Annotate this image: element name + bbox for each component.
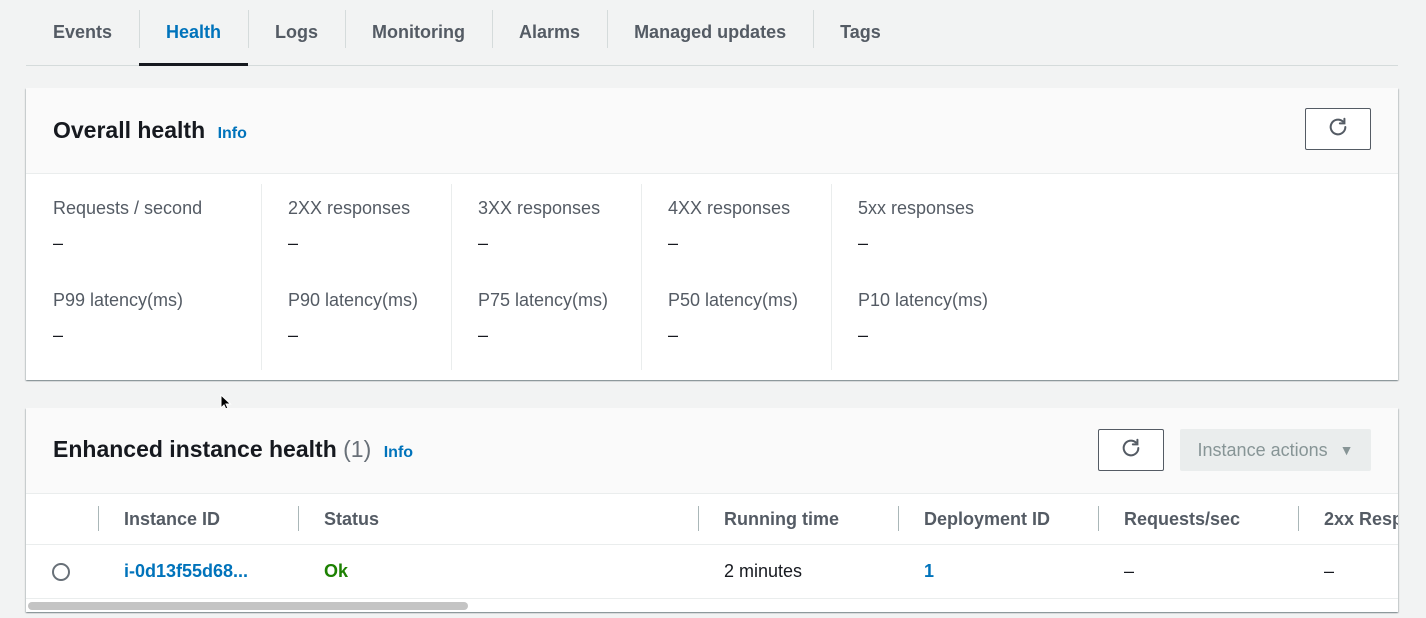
metrics-grid: Requests / second – 2XX responses – 3XX … [53,184,1021,382]
metric-value: – [858,233,869,253]
table-row: i-0d13f55d68... Ok 2 minutes 1 – – [26,545,1398,599]
tab-tags[interactable]: Tags [813,0,908,65]
column-header-requests-sec[interactable]: Requests/sec [1124,494,1240,544]
instance-actions-label: Instance actions [1197,439,1328,460]
instances-table: Instance ID Status Running time Deployme… [26,494,1398,599]
column-header-deployment-id[interactable]: Deployment ID [924,494,1050,544]
overall-health-title: Overall health [53,117,206,143]
overall-health-info-link[interactable]: Info [218,125,247,142]
metric-p10-latency: P10 latency(ms) – [831,290,1021,382]
metric-5xx-responses: 5xx responses – [831,184,1021,370]
metric-value: – [858,325,869,345]
overall-health-panel: Overall health Info Requests / second – … [26,88,1398,380]
metric-p90-latency: P90 latency(ms) – [261,290,451,382]
enhanced-instance-health-panel: Enhanced instance health (1) Info Instan… [26,408,1398,612]
instance-id-link[interactable]: i-0d13f55d68... [124,545,248,598]
metric-requests-per-second: Requests / second – [53,198,261,290]
column-divider[interactable] [1298,506,1299,531]
metric-p75-latency: P75 latency(ms) – [451,290,641,382]
running-time-value: 2 minutes [724,561,803,581]
metric-label: P75 latency(ms) [478,290,609,310]
metric-label: 5xx responses [858,198,975,218]
deployment-id-link[interactable]: 1 [924,545,934,598]
tab-managed-updates[interactable]: Managed updates [607,0,813,65]
scrollbar-thumb[interactable] [28,602,468,610]
column-header-status[interactable]: Status [324,494,379,544]
metric-value: – [478,233,489,253]
column-header-running-time[interactable]: Running time [724,494,839,544]
row-select-radio[interactable] [52,545,70,598]
column-divider[interactable] [1098,506,1099,531]
overall-health-header: Overall health Info [26,88,1398,174]
2xx-responses-value: – [1324,561,1335,581]
metric-label: P90 latency(ms) [288,290,419,310]
metric-value: – [288,233,299,253]
refresh-icon [1120,437,1142,464]
metric-value: – [53,233,64,253]
column-divider [98,506,99,531]
caret-down-icon: ▼ [1339,442,1354,458]
requests-sec-value: – [1124,561,1135,581]
metric-label: 3XX responses [478,198,601,218]
enhanced-instance-health-info-link[interactable]: Info [384,444,413,461]
column-header-instance-id[interactable]: Instance ID [124,494,220,544]
metric-value: – [53,325,64,345]
horizontal-scrollbar[interactable] [26,600,1398,612]
column-divider[interactable] [298,506,299,531]
status-value: Ok [324,561,349,581]
metric-p50-latency: P50 latency(ms) – [641,290,831,382]
overall-health-refresh-button[interactable] [1305,108,1371,150]
column-header-2xx-responses[interactable]: 2xx Resp [1324,494,1398,544]
enhanced-instance-health-title: Enhanced instance health (1) [53,436,371,463]
metric-value: – [668,233,679,253]
metric-4xx-responses: 4XX responses – [641,184,831,370]
tab-monitoring[interactable]: Monitoring [345,0,492,65]
instance-count: (1) [343,436,372,462]
tab-events[interactable]: Events [26,0,139,65]
tab-alarms[interactable]: Alarms [492,0,607,65]
metric-p99-latency: P99 latency(ms) – [53,290,261,382]
column-divider[interactable] [698,506,699,531]
metric-label: P50 latency(ms) [668,290,799,310]
enhanced-instance-health-header: Enhanced instance health (1) Info Instan… [26,408,1398,494]
metric-value: – [668,325,679,345]
metric-label: 2XX responses [288,198,411,218]
instance-actions-button[interactable]: Instance actions ▼ [1180,429,1371,471]
refresh-icon [1327,116,1349,143]
radio-button[interactable] [52,562,70,581]
metric-2xx-responses: 2XX responses – [261,184,451,370]
enhanced-title-text: Enhanced instance health [53,436,337,462]
tab-logs[interactable]: Logs [248,0,345,65]
metric-label: Requests / second [53,198,203,218]
table-header: Instance ID Status Running time Deployme… [26,494,1398,545]
metric-label: P99 latency(ms) [53,290,184,310]
enhanced-health-refresh-button[interactable] [1098,429,1164,471]
metric-value: – [478,325,489,345]
column-divider[interactable] [898,506,899,531]
tab-bar: Events Health Logs Monitoring Alarms Man… [26,0,1398,66]
metric-label: P10 latency(ms) [858,290,989,310]
metric-label: 4XX responses [668,198,791,218]
metric-value: – [288,325,299,345]
tab-health[interactable]: Health [139,0,249,66]
metric-3xx-responses: 3XX responses – [451,184,641,370]
